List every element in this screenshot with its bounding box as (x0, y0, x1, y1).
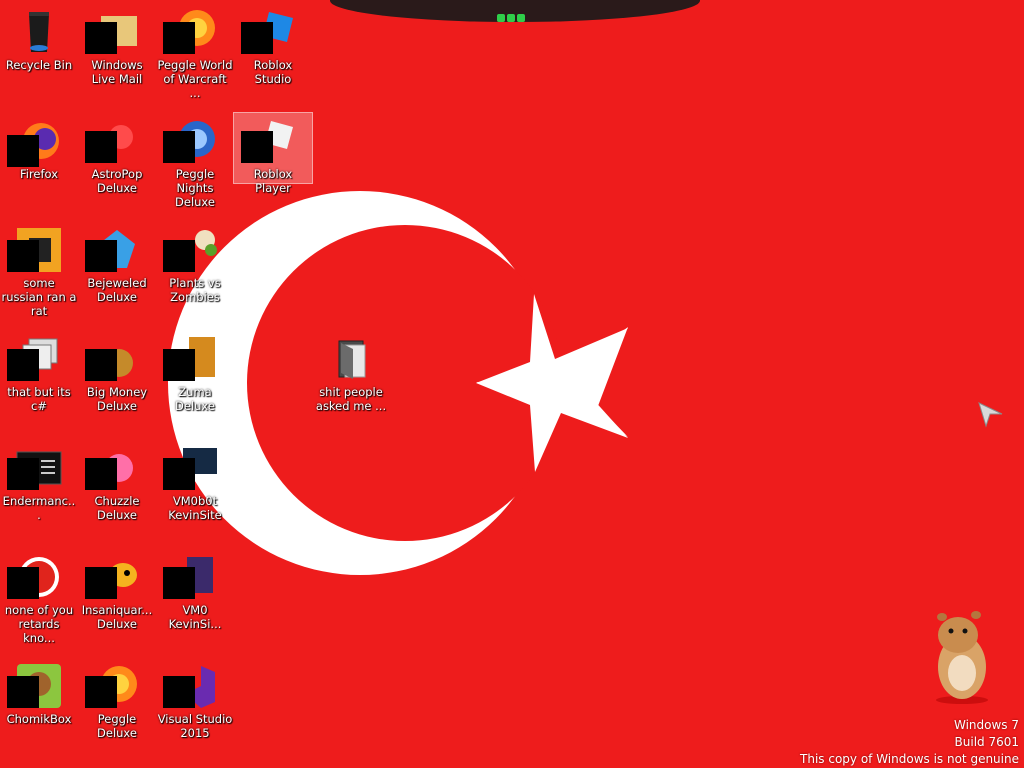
desktop-icon-big-money[interactable]: Big Money Deluxe (78, 331, 156, 413)
desktop-icon-firefox[interactable]: Firefox (0, 113, 78, 181)
top-gadget-indicator (497, 7, 529, 22)
icon-label: Peggle Nights Deluxe (175, 167, 215, 209)
watermark-os: Windows 7 (953, 718, 1019, 732)
desktop-icon-rat-tool[interactable]: some russian ran a rat (0, 222, 78, 318)
mouse-cursor-icon (978, 402, 1003, 428)
desktop-icon-zuma[interactable]: Zuma Deluxe (156, 331, 234, 413)
desktop-icon-none-of-you[interactable]: none of you retards kno... (0, 549, 78, 645)
game-icon (163, 226, 219, 274)
icon-label: that but its c# (7, 385, 71, 413)
recycle-bin-icon (15, 8, 63, 56)
script-file-icon (7, 226, 63, 274)
firefox-icon (7, 117, 63, 167)
icon-label: Windows Live Mail (91, 58, 143, 86)
desktop-icon-roblox-studio[interactable]: Roblox Studio (234, 4, 312, 86)
icon-label: none of you retards kno... (4, 603, 74, 645)
desktop-icon-chuzzle[interactable]: Chuzzle Deluxe (78, 440, 156, 522)
desktop-icon-bejeweled[interactable]: Bejeweled Deluxe (78, 222, 156, 304)
frog-idol-icon (163, 335, 219, 383)
visual-studio-icon (163, 662, 219, 710)
icon-label: Roblox Player (253, 167, 293, 195)
icon-label: Insaniquar... Deluxe (81, 603, 153, 631)
desktop-icon-vm0b0t-kevinsite[interactable]: VM0b0t KevinSite (156, 440, 234, 522)
terminal-icon (7, 444, 63, 492)
icon-label: VM0b0t KevinSite (168, 494, 222, 522)
stacked-windows-icon (7, 335, 63, 383)
desktop-icon-peggle-wow[interactable]: Peggle World of Warcraft ... (156, 4, 234, 100)
document-icon (163, 553, 219, 601)
icon-label: ChomikBox (6, 712, 72, 726)
game-icon (85, 117, 141, 165)
icon-label: Endermanc... (2, 494, 76, 522)
desktop-icon-insaniquarium[interactable]: Insaniquar... Deluxe (78, 549, 156, 631)
peggle-icon (85, 662, 141, 710)
watermark-genuine: This copy of Windows is not genuine (800, 752, 1019, 766)
icon-label: shit people asked me ... (315, 385, 387, 413)
gem-icon (85, 226, 141, 274)
desktop-icon-astropop[interactable]: AstroPop Deluxe (78, 113, 156, 195)
fish-icon (85, 553, 141, 601)
icon-label: some russian ran a rat (1, 276, 77, 318)
desktop-icon-endermanch[interactable]: Endermanc... (0, 440, 78, 522)
icon-label: Visual Studio 2015 (157, 712, 233, 740)
game-icon (85, 444, 141, 492)
desktop-icon-folder[interactable]: shit people asked me ... (312, 331, 390, 413)
roblox-studio-icon (241, 8, 297, 56)
icon-label: AstroPop Deluxe (91, 167, 143, 195)
icon-label: Big Money Deluxe (86, 385, 148, 413)
icon-label: Zuma Deluxe (175, 385, 215, 413)
desktop-icon-vm0-kevinsite[interactable]: VM0 KevinSi... (156, 549, 234, 631)
icon-label: Plants vs Zombies (169, 276, 221, 304)
peggle-icon (163, 8, 219, 56)
desktop-icon-recycle-bin[interactable]: Recycle Bin (0, 4, 78, 72)
desktop-icon-roblox-player[interactable]: Roblox Player (233, 112, 313, 195)
chomikbox-icon (7, 662, 63, 710)
desktop-icon-peggle-deluxe[interactable]: Peggle Deluxe (78, 658, 156, 740)
red-circle-app-icon (7, 553, 63, 601)
icon-label: VM0 KevinSi... (168, 603, 222, 631)
desktop-icon-peggle-nights[interactable]: Peggle Nights Deluxe (156, 113, 234, 209)
icon-label: Bejeweled Deluxe (87, 276, 147, 304)
icon-label: Roblox Studio (253, 58, 293, 86)
watermark-build: Build 7601 (954, 735, 1019, 749)
desktop-icon-chomikbox[interactable]: ChomikBox (0, 658, 78, 726)
desktop-icon-visual-studio[interactable]: Visual Studio 2015 (156, 658, 234, 740)
icon-label: Firefox (19, 167, 59, 181)
money-bag-icon (85, 335, 141, 383)
folder-icon (327, 335, 375, 383)
monitor-icon (163, 444, 219, 492)
hamster-gadget-icon (936, 611, 988, 704)
icon-label: Chuzzle Deluxe (94, 494, 140, 522)
desktop-icon-plants-vs-zombies[interactable]: Plants vs Zombies (156, 222, 234, 304)
desktop-icon-csharp[interactable]: that but its c# (0, 331, 78, 413)
icon-label: Recycle Bin (5, 58, 73, 72)
icon-label: Peggle World of Warcraft ... (157, 58, 233, 100)
icon-label: Peggle Deluxe (97, 712, 137, 740)
windows-watermark: Windows 7 Build 7601 This copy of Window… (800, 717, 1019, 768)
mail-icon (85, 8, 141, 56)
peggle-icon (163, 117, 219, 165)
roblox-player-icon (241, 117, 297, 165)
desktop-icon-windows-live-mail[interactable]: Windows Live Mail (78, 4, 156, 86)
